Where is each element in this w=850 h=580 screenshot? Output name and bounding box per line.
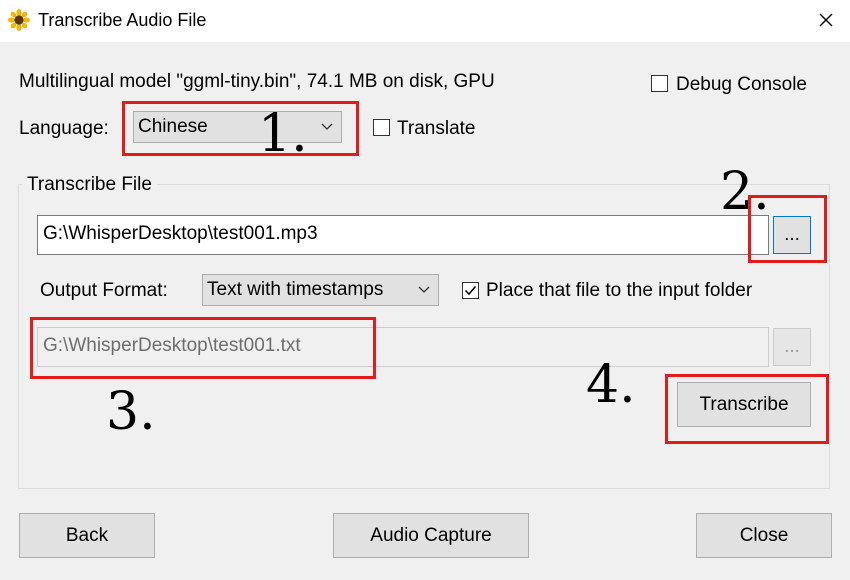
debug-console-checkbox[interactable] [651,75,668,92]
language-selected-value: Chinese [138,116,208,137]
output-format-label: Output Format: [40,280,168,301]
debug-console-label[interactable]: Debug Console [676,74,807,96]
close-window-icon[interactable] [813,9,839,33]
back-button[interactable]: Back [19,513,155,558]
translate-label[interactable]: Translate [397,118,476,140]
annotation-step-2: 2. [720,162,770,222]
place-in-input-folder-label[interactable]: Place that file to the input folder [486,280,752,302]
title-bar: Transcribe Audio File [0,0,850,42]
annotation-step-1: 1. [258,104,308,164]
output-format-selected-value: Text with timestamps [207,279,384,300]
output-format-dropdown[interactable]: Text with timestamps [202,274,439,306]
output-file-path-value: G:\WhisperDesktop\test001.txt [43,335,301,356]
close-button-label: Close [739,524,789,546]
browse-input-label: ... [784,224,800,245]
checkmark-icon [464,286,477,296]
browse-output-label: ... [784,336,800,357]
browse-output-button: ... [773,328,811,366]
window-title: Transcribe Audio File [38,10,207,30]
transcribe-file-group-title: Transcribe File [22,174,157,196]
close-button[interactable]: Close [696,513,832,558]
place-in-input-folder-checkbox[interactable] [462,282,479,299]
language-label: Language: [19,118,109,139]
audio-capture-button[interactable]: Audio Capture [333,513,529,558]
translate-checkbox[interactable] [373,119,390,136]
back-button-label: Back [65,524,109,546]
chevron-down-icon [418,286,430,293]
language-dropdown[interactable]: Chinese [133,111,342,143]
transcribe-button-label: Transcribe [699,393,789,415]
annotation-step-4: 4. [586,355,636,415]
audio-capture-button-label: Audio Capture [370,524,492,546]
input-file-path-field[interactable]: G:\WhisperDesktop\test001.mp3 [37,215,769,255]
browse-input-button[interactable]: ... [773,216,811,254]
input-file-path-value: G:\WhisperDesktop\test001.mp3 [43,223,318,244]
annotation-step-3: 3. [106,382,156,442]
output-file-path-field: G:\WhisperDesktop\test001.txt [37,327,769,367]
sunflower-app-icon [8,9,30,31]
model-info-text: Multilingual model "ggml-tiny.bin", 74.1… [19,71,495,92]
transcribe-button[interactable]: Transcribe [677,382,811,427]
chevron-down-icon [321,123,333,130]
